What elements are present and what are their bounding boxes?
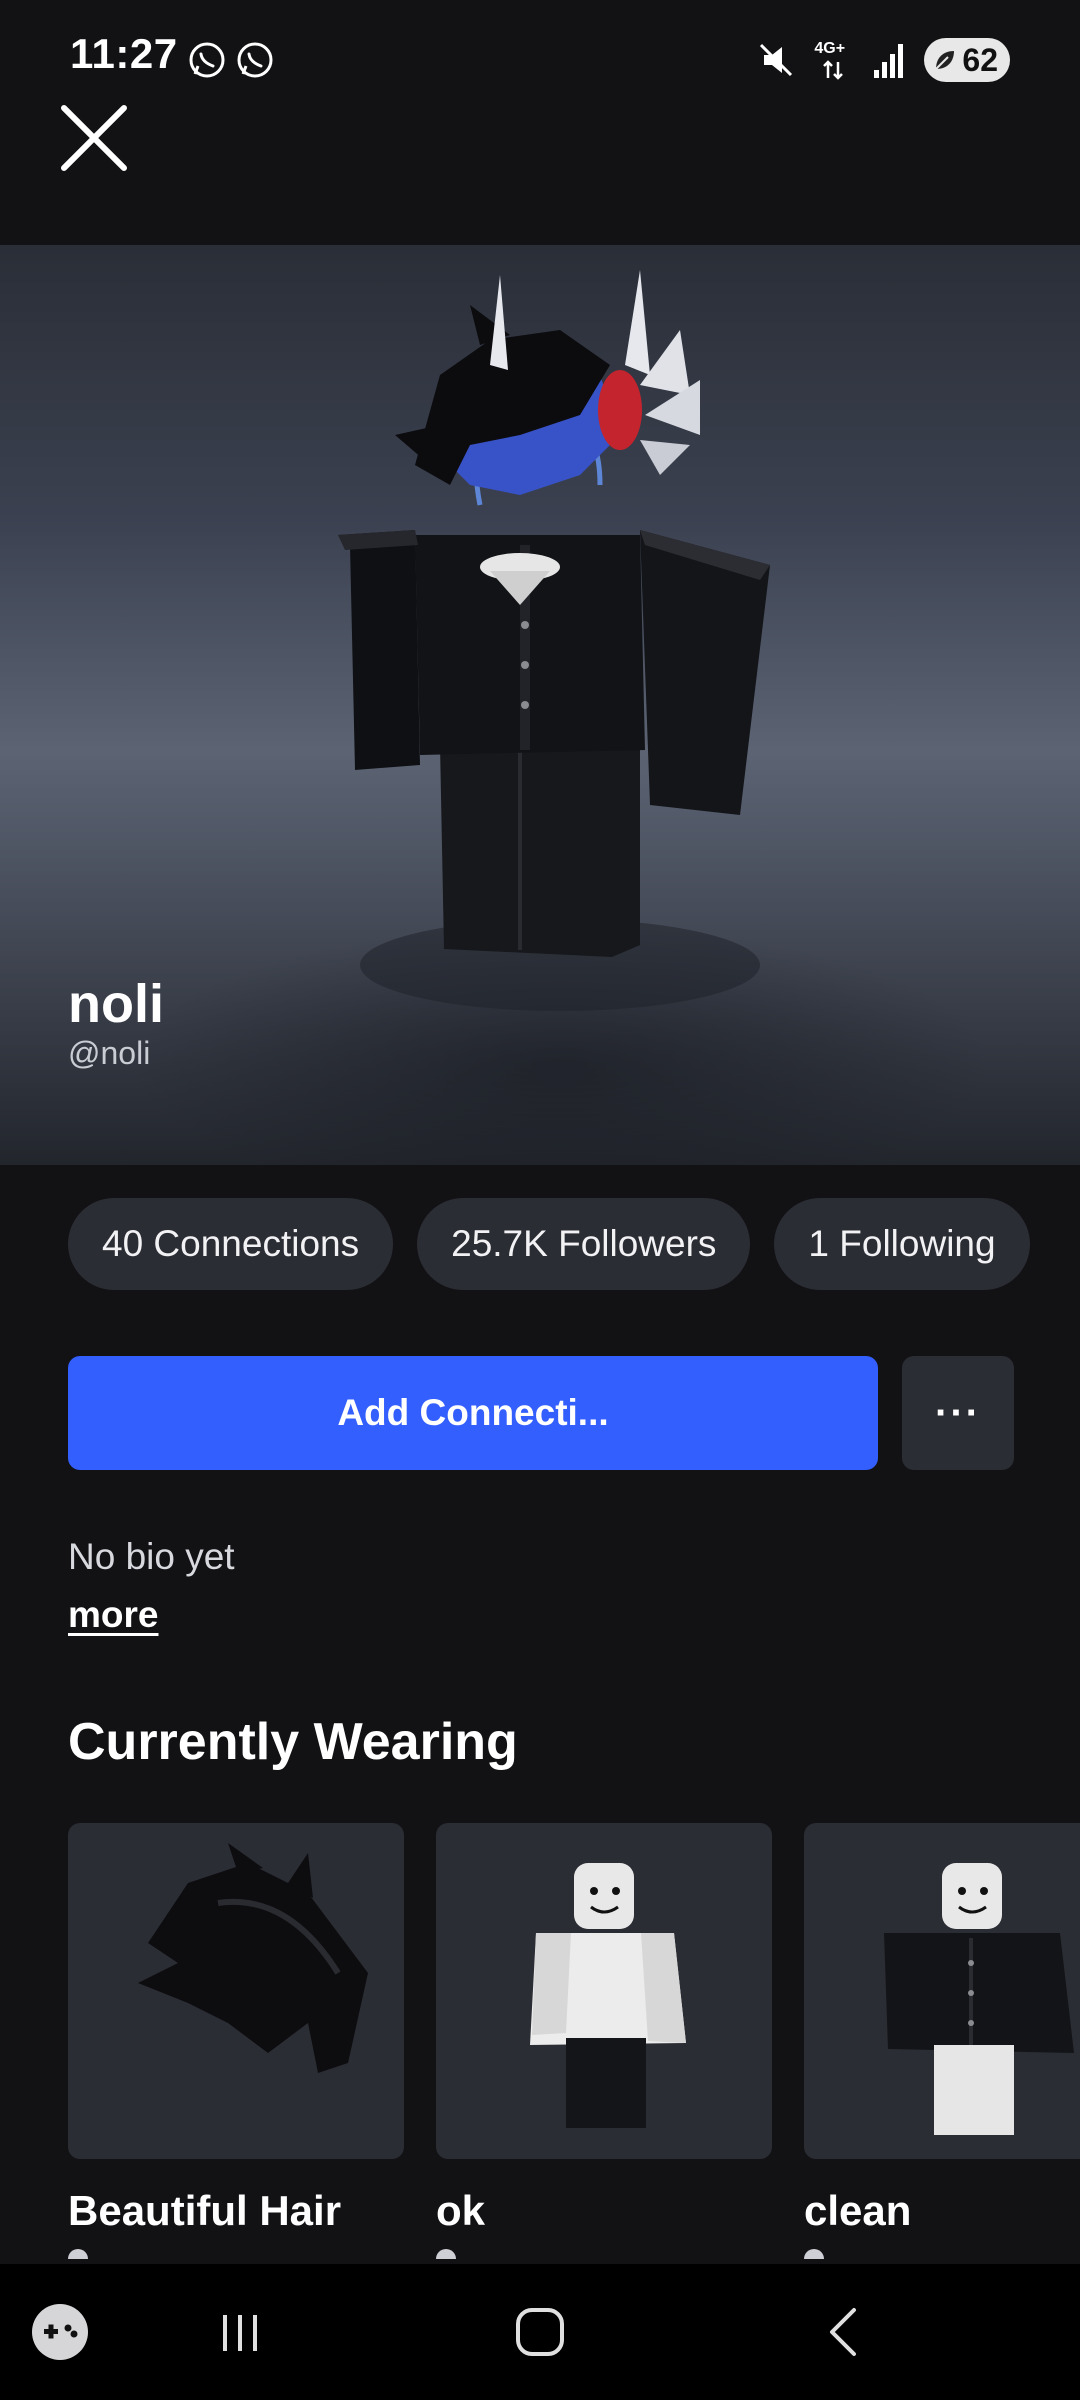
username: @noli bbox=[68, 1035, 151, 1071]
status-indicators: 4G+ 62 bbox=[756, 36, 1010, 84]
bio-more-link[interactable]: more bbox=[68, 1594, 158, 1636]
display-name: noli bbox=[68, 974, 164, 1034]
item-name: ok bbox=[436, 2187, 486, 2234]
item-thumbnail bbox=[436, 1823, 772, 2159]
battery-level: 62 bbox=[962, 41, 998, 78]
profile-page: 11:27 4G+ 62 noli @noli 40 Connections 2… bbox=[0, 0, 1080, 2400]
outfit-item-icon bbox=[530, 1863, 686, 2128]
item-price-icon bbox=[804, 2249, 824, 2259]
hair-item-icon bbox=[138, 1843, 368, 2073]
signal-icon bbox=[874, 44, 904, 78]
recents-icon bbox=[223, 2315, 257, 2351]
gamepad-icon bbox=[32, 2304, 88, 2360]
status-bar: 11:27 4G+ 62 bbox=[0, 0, 1080, 120]
status-time: 11:27 bbox=[70, 30, 178, 77]
whatsapp-icon bbox=[189, 42, 225, 78]
close-icon[interactable] bbox=[58, 102, 130, 174]
wearing-card-ok[interactable]: ok bbox=[436, 1823, 772, 2259]
leaf-icon bbox=[935, 51, 955, 70]
wearing-card-clean[interactable]: clean bbox=[804, 1823, 1080, 2259]
whatsapp-business-icon bbox=[237, 42, 273, 78]
system-navigation-bar bbox=[0, 2264, 1080, 2400]
item-name: Beautiful Hair bbox=[68, 2187, 342, 2234]
item-price-icon bbox=[68, 2249, 88, 2259]
wearing-card-beautiful-hair[interactable]: Beautiful Hair bbox=[68, 1823, 404, 2259]
item-thumbnail bbox=[68, 1823, 404, 2159]
followers-pill[interactable]: 25.7K Followers bbox=[417, 1198, 751, 1290]
add-connection-button[interactable]: Add Connecti... bbox=[68, 1356, 878, 1470]
following-pill[interactable]: 1 Following bbox=[774, 1198, 1030, 1290]
back-button[interactable] bbox=[795, 2264, 895, 2400]
home-button[interactable] bbox=[490, 2264, 590, 2400]
home-icon bbox=[516, 2308, 564, 2356]
battery-indicator: 62 bbox=[924, 38, 1010, 82]
data-arrows-icon bbox=[823, 60, 844, 80]
back-icon bbox=[830, 2308, 856, 2356]
currently-wearing-title: Currently Wearing bbox=[68, 1713, 518, 1771]
connections-pill[interactable]: 40 Connections bbox=[68, 1198, 394, 1290]
more-options-button[interactable]: ··· bbox=[902, 1356, 1014, 1470]
recents-button[interactable] bbox=[190, 2264, 290, 2400]
game-launcher-button[interactable] bbox=[20, 2264, 100, 2400]
currently-wearing-list: Beautiful Hair ok clean bbox=[68, 1823, 1080, 2259]
ellipsis-icon: ··· bbox=[935, 1390, 981, 1435]
item-name: clean bbox=[804, 2187, 912, 2234]
profile-stats: 40 Connections 25.7K Followers 1 Followi… bbox=[68, 1198, 1030, 1290]
item-price-icon bbox=[436, 2249, 456, 2259]
mute-icon bbox=[760, 43, 793, 77]
item-thumbnail bbox=[804, 1823, 1080, 2159]
network-indicator: 4G+ bbox=[814, 40, 854, 80]
outfit-item-icon bbox=[884, 1863, 1074, 2135]
bio-text: No bio yet bbox=[68, 1536, 235, 1577]
